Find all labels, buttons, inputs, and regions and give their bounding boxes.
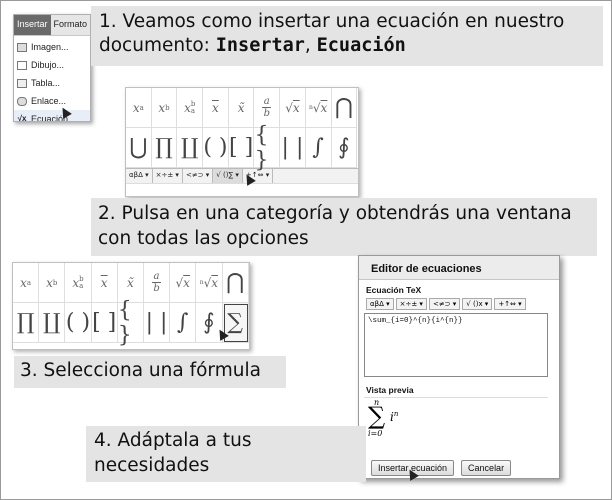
step-2-caption: 2. Pulsa en una categoría y obtendrás un…	[91, 198, 597, 256]
symbol-parentheses[interactable]: ( )	[203, 128, 229, 168]
dialog-title: Editor de ecuaciones	[359, 256, 559, 280]
menu-list: Imagen... Dibujo... Tabla... Enlace... √…	[14, 36, 90, 122]
step-3-caption: 3. Selecciona una fórmula	[14, 356, 286, 388]
menu-item-ecuacion[interactable]: √x Ecuación...	[14, 110, 90, 122]
symbol-x-superscript[interactable]: xb	[151, 88, 178, 128]
symbol-nth-root[interactable]: n √ x	[305, 88, 332, 128]
step-1-prefix: documento:	[99, 35, 216, 56]
symbol-big-product[interactable]: ∏	[13, 303, 40, 343]
menu-item-label: Dibujo...	[31, 60, 65, 70]
symbol-x-bar[interactable]: x	[91, 263, 118, 303]
symbol-fraction[interactable]: ab	[143, 263, 171, 303]
category-relations[interactable]: <≠⊃ ▾	[183, 169, 214, 183]
step-1-line-1: 1. Veamos como insertar una ecuación en …	[99, 11, 565, 32]
drawing-icon	[17, 60, 27, 70]
step-4-caption: 4. Adáptala a tus necesidades	[86, 426, 366, 482]
tex-input[interactable]: \sum_{i=0}^{n}{i^{n}}	[364, 313, 548, 377]
symbol-bars[interactable]: | |	[280, 128, 306, 168]
step-4-line-1: 4. Adáptala a tus	[94, 430, 252, 451]
equation-palette-top: xa xb xba x x̃ ab √ x n √ x ⋂ ⋃ ∏ ∐ ( ) [ ]…	[125, 87, 359, 197]
symbol-big-cap[interactable]: ⋂	[222, 263, 249, 303]
category-operators[interactable]: ×÷± ▾	[153, 169, 183, 183]
symbol-parentheses[interactable]: ( )	[65, 303, 92, 343]
equation-icon: √x	[17, 113, 27, 122]
step-2-line-2: con todas las opciones	[98, 228, 309, 249]
symbol-brackets[interactable]: [ ]	[91, 303, 118, 343]
symbol-braces[interactable]: { }	[117, 298, 144, 348]
symbol-nth-root[interactable]: n √ x	[196, 263, 223, 303]
equation-preview: n ∑ in i=0	[364, 397, 548, 442]
symbol-bars[interactable]: | |	[143, 303, 171, 343]
symbol-big-cap[interactable]: ⋂	[331, 88, 358, 128]
insert-menu: Insertar Formato Imagen... Dibujo... Tab…	[13, 14, 91, 122]
category-greek[interactable]: αβΔ ▾	[126, 169, 153, 183]
step-1-insertar: Insertar	[215, 35, 305, 56]
dialog-buttons: Insertar ecuación Cancelar	[371, 460, 518, 476]
preview-label: Vista previa	[366, 385, 414, 395]
step-1-line-2: documento: Insertar, Ecuación	[99, 34, 603, 58]
editor-category-greek[interactable]: αβΔ ▾	[366, 298, 394, 310]
symbol-grid: xa xb xba x x̃ ab √ x n √ x ⋂ ∏ ∐ ( ) [ ] {…	[13, 263, 249, 348]
menu-item-tabla[interactable]: Tabla...	[14, 74, 90, 92]
symbol-x-sub-superscript[interactable]: xba	[65, 263, 92, 303]
tex-label: Ecuación TeX	[366, 285, 422, 295]
preview-term: in	[390, 410, 399, 424]
step-2-line-1: 2. Pulsa en una categoría y obtendrás un…	[98, 203, 572, 224]
symbol-big-cup[interactable]: ⋃	[126, 128, 152, 168]
symbol-contour-integral[interactable]: ∮	[331, 128, 358, 168]
preview-lower-limit: i=0	[368, 429, 383, 438]
cancel-button[interactable]: Cancelar	[461, 460, 512, 476]
symbol-big-coproduct[interactable]: ∐	[177, 128, 204, 168]
link-icon	[17, 96, 27, 106]
menu-tab-formato[interactable]: Formato	[51, 15, 90, 35]
category-bar: αβΔ ▾ ×÷± ▾ <≠⊃ ▾ √ ()∑ ▾ +↑⇔ ▾	[126, 168, 358, 183]
image-icon	[17, 42, 27, 52]
step-1-ecuacion: Ecuación	[316, 35, 406, 56]
menu-item-label: Enlace...	[31, 96, 67, 106]
menu-item-enlace[interactable]: Enlace...	[14, 92, 90, 110]
equation-palette-left: xa xb xba x x̃ ab √ x n √ x ⋂ ∏ ∐ ( ) [ ] {…	[12, 262, 250, 350]
preview-sum-icon: ∑	[368, 402, 386, 430]
menu-tab-insertar[interactable]: Insertar	[14, 15, 51, 35]
editor-category-bar: αβΔ ▾ ×÷± ▾ <≠⊃ ▾ √ ()x ▾ +↑⇔ ▾	[366, 298, 559, 310]
symbol-sqrt[interactable]: √ x	[170, 263, 197, 303]
menu-bar: Insertar Formato	[14, 15, 90, 36]
symbol-x-bar[interactable]: x	[203, 88, 229, 128]
symbol-x-subscript[interactable]: xa	[126, 88, 152, 128]
symbol-x-tilde[interactable]: x̃	[228, 88, 255, 128]
symbol-x-sub-superscript[interactable]: xba	[177, 88, 204, 128]
symbol-x-superscript[interactable]: xb	[39, 263, 66, 303]
category-bar-spacer	[126, 183, 358, 196]
menu-item-dibujo[interactable]: Dibujo...	[14, 56, 90, 74]
symbol-brackets[interactable]: [ ]	[228, 128, 255, 168]
symbol-integral[interactable]: ∫	[170, 303, 197, 343]
menu-item-label: Imagen...	[31, 42, 69, 52]
editor-category-relations[interactable]: <≠⊃ ▾	[428, 298, 461, 310]
menu-item-imagen[interactable]: Imagen...	[14, 38, 90, 56]
step-1-separator: ,	[304, 35, 317, 56]
editor-category-operators[interactable]: ×÷± ▾	[395, 298, 427, 310]
editor-category-math[interactable]: √ ()x ▾	[462, 298, 493, 310]
step-1-caption: 1. Veamos como insertar una ecuación en …	[91, 6, 603, 66]
symbol-big-product[interactable]: ∏	[151, 128, 178, 168]
step-4-line-2: necesidades	[94, 455, 210, 476]
symbol-big-coproduct[interactable]: ∐	[39, 303, 66, 343]
symbol-x-subscript[interactable]: xa	[13, 263, 40, 303]
editor-category-arrows[interactable]: +↑⇔ ▾	[494, 298, 526, 310]
menu-item-label: Tabla...	[31, 78, 61, 88]
symbol-braces[interactable]: { }	[254, 123, 281, 173]
equation-editor-dialog: Editor de ecuaciones Ecuación TeX αβΔ ▾ …	[358, 255, 560, 481]
table-icon	[17, 78, 27, 88]
symbol-grid: xa xb xba x x̃ ab √ x n √ x ⋂ ⋃ ∏ ∐ ( ) [ ]…	[126, 88, 358, 173]
symbol-sqrt[interactable]: √ x	[280, 88, 306, 128]
symbol-integral[interactable]: ∫	[305, 128, 332, 168]
category-math[interactable]: √ ()∑ ▾	[213, 169, 243, 183]
